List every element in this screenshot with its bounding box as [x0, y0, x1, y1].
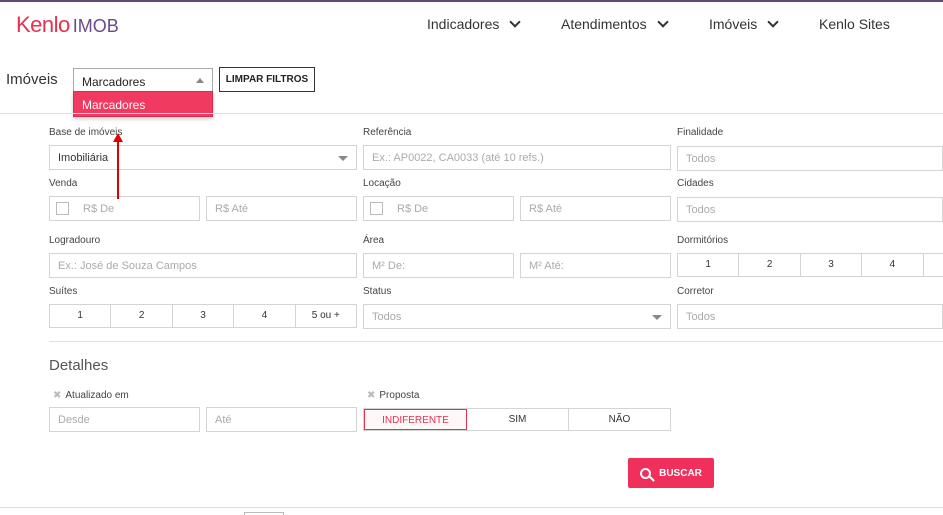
search-icon: [640, 467, 652, 479]
dormitorios-option[interactable]: 1: [678, 254, 740, 276]
area-de-input[interactable]: M² De:: [363, 253, 514, 278]
finalidade-label: Finalidade: [677, 127, 724, 138]
proposta-option-sim[interactable]: SIM: [467, 409, 569, 430]
chevron-down-icon: [509, 15, 522, 28]
divider: [0, 507, 943, 508]
annotation-arrow-head: [113, 133, 123, 142]
nav-label: Indicadores: [427, 16, 500, 32]
proposta-label: ✖ Proposta: [367, 390, 419, 401]
clear-filters-button[interactable]: LIMPAR FILTROS: [219, 67, 315, 92]
base-select-value: Imobiliária: [58, 152, 109, 164]
suites-option[interactable]: 5 ou +: [296, 305, 356, 327]
corretor-label: Corretor: [677, 286, 714, 297]
page-title: Imóveis: [6, 71, 58, 88]
cidades-select[interactable]: Todos: [677, 197, 943, 222]
nav-imoveis[interactable]: Imóveis: [709, 15, 779, 32]
locacao-de-placeholder: R$ De: [397, 203, 429, 215]
area-label: Área: [363, 235, 385, 246]
logo-brand: Kenlo: [16, 12, 70, 37]
dormitorios-clip: 1 2 3 4 5: [677, 253, 943, 278]
suites-label: Suítes: [49, 286, 78, 297]
venda-ate-input[interactable]: R$ Até: [206, 196, 357, 221]
atualizado-label: ✖ Atualizado em: [53, 390, 129, 401]
suites-option[interactable]: 2: [111, 305, 173, 327]
details-title: Detalhes: [49, 357, 109, 374]
status-select-value: Todos: [372, 311, 402, 323]
chevron-down-icon: [656, 15, 669, 28]
divider: [0, 113, 943, 114]
suites-option[interactable]: 3: [173, 305, 235, 327]
venda-de-input[interactable]: R$ De: [49, 196, 200, 221]
logo-product: IMOB: [72, 16, 119, 36]
nav-indicadores[interactable]: Indicadores: [427, 15, 522, 32]
referencia-label: Referência: [363, 127, 412, 138]
close-icon[interactable]: ✖: [53, 390, 61, 401]
suites-option[interactable]: 1: [50, 305, 112, 327]
proposta-option-indiferente[interactable]: INDIFERENTE: [364, 409, 467, 430]
logo[interactable]: Kenlo IMOB: [16, 12, 119, 38]
locacao-ate-input[interactable]: R$ Até: [520, 196, 671, 221]
dormitorios-option[interactable]: 5: [924, 254, 943, 276]
venda-label: Venda: [49, 178, 78, 189]
logradouro-input[interactable]: Ex.: José de Souza Campos: [49, 253, 357, 278]
proposta-label-text: Proposta: [379, 390, 420, 401]
atualizado-label-text: Atualizado em: [65, 390, 129, 401]
logradouro-label: Logradouro: [49, 235, 101, 246]
marcadores-select[interactable]: Marcadores: [73, 68, 213, 92]
search-button[interactable]: BUSCAR: [628, 458, 714, 488]
dormitorios-option[interactable]: 2: [739, 254, 801, 276]
close-icon[interactable]: ✖: [367, 390, 375, 401]
suites-segmented: 1 2 3 4 5 ou +: [49, 304, 357, 328]
nav-label: Atendimentos: [561, 16, 647, 32]
locacao-checkbox[interactable]: [370, 202, 383, 215]
area-ate-input[interactable]: M² Até:: [520, 253, 671, 278]
dormitorios-label: Dormitórios: [677, 235, 729, 246]
caret-up-icon: [196, 78, 204, 83]
locacao-de-input[interactable]: R$ De: [363, 196, 514, 221]
caret-down-icon: [652, 315, 662, 320]
caret-down-icon: [338, 156, 348, 161]
finalidade-select[interactable]: Todos: [677, 146, 943, 171]
desde-input[interactable]: Desde: [49, 407, 200, 432]
corretor-select[interactable]: Todos: [677, 304, 943, 329]
nav-label: Kenlo Sites: [819, 16, 890, 32]
venda-de-placeholder: R$ De: [83, 203, 115, 215]
dormitorios-option[interactable]: 3: [801, 254, 863, 276]
referencia-input[interactable]: Ex.: AP0022, CA0033 (até 10 refs.): [363, 145, 671, 170]
venda-checkbox[interactable]: [56, 202, 69, 215]
top-accent-line: [0, 0, 943, 2]
nav-kenlo-sites[interactable]: Kenlo Sites: [819, 16, 890, 32]
nav-label: Imóveis: [709, 16, 758, 32]
proposta-option-nao[interactable]: NÃO: [569, 409, 670, 430]
search-button-label: BUSCAR: [659, 467, 702, 479]
proposta-segmented: INDIFERENTE SIM NÃO: [363, 408, 671, 431]
annotation-arrow-icon: [113, 133, 123, 199]
base-select[interactable]: Imobiliária: [49, 145, 357, 170]
dormitorios-segmented: 1 2 3 4 5: [677, 253, 943, 277]
dormitorios-option[interactable]: 4: [862, 254, 924, 276]
status-select[interactable]: Todos: [363, 304, 671, 329]
divider: [49, 341, 943, 342]
ate-input[interactable]: Até: [206, 407, 357, 432]
suites-option[interactable]: 4: [234, 305, 296, 327]
cidades-label: Cidades: [677, 178, 714, 189]
marcadores-select-value: Marcadores: [82, 75, 146, 89]
status-label: Status: [363, 286, 392, 297]
nav-atendimentos[interactable]: Atendimentos: [561, 15, 669, 32]
chevron-down-icon: [767, 15, 779, 28]
locacao-label: Locação: [363, 178, 401, 189]
